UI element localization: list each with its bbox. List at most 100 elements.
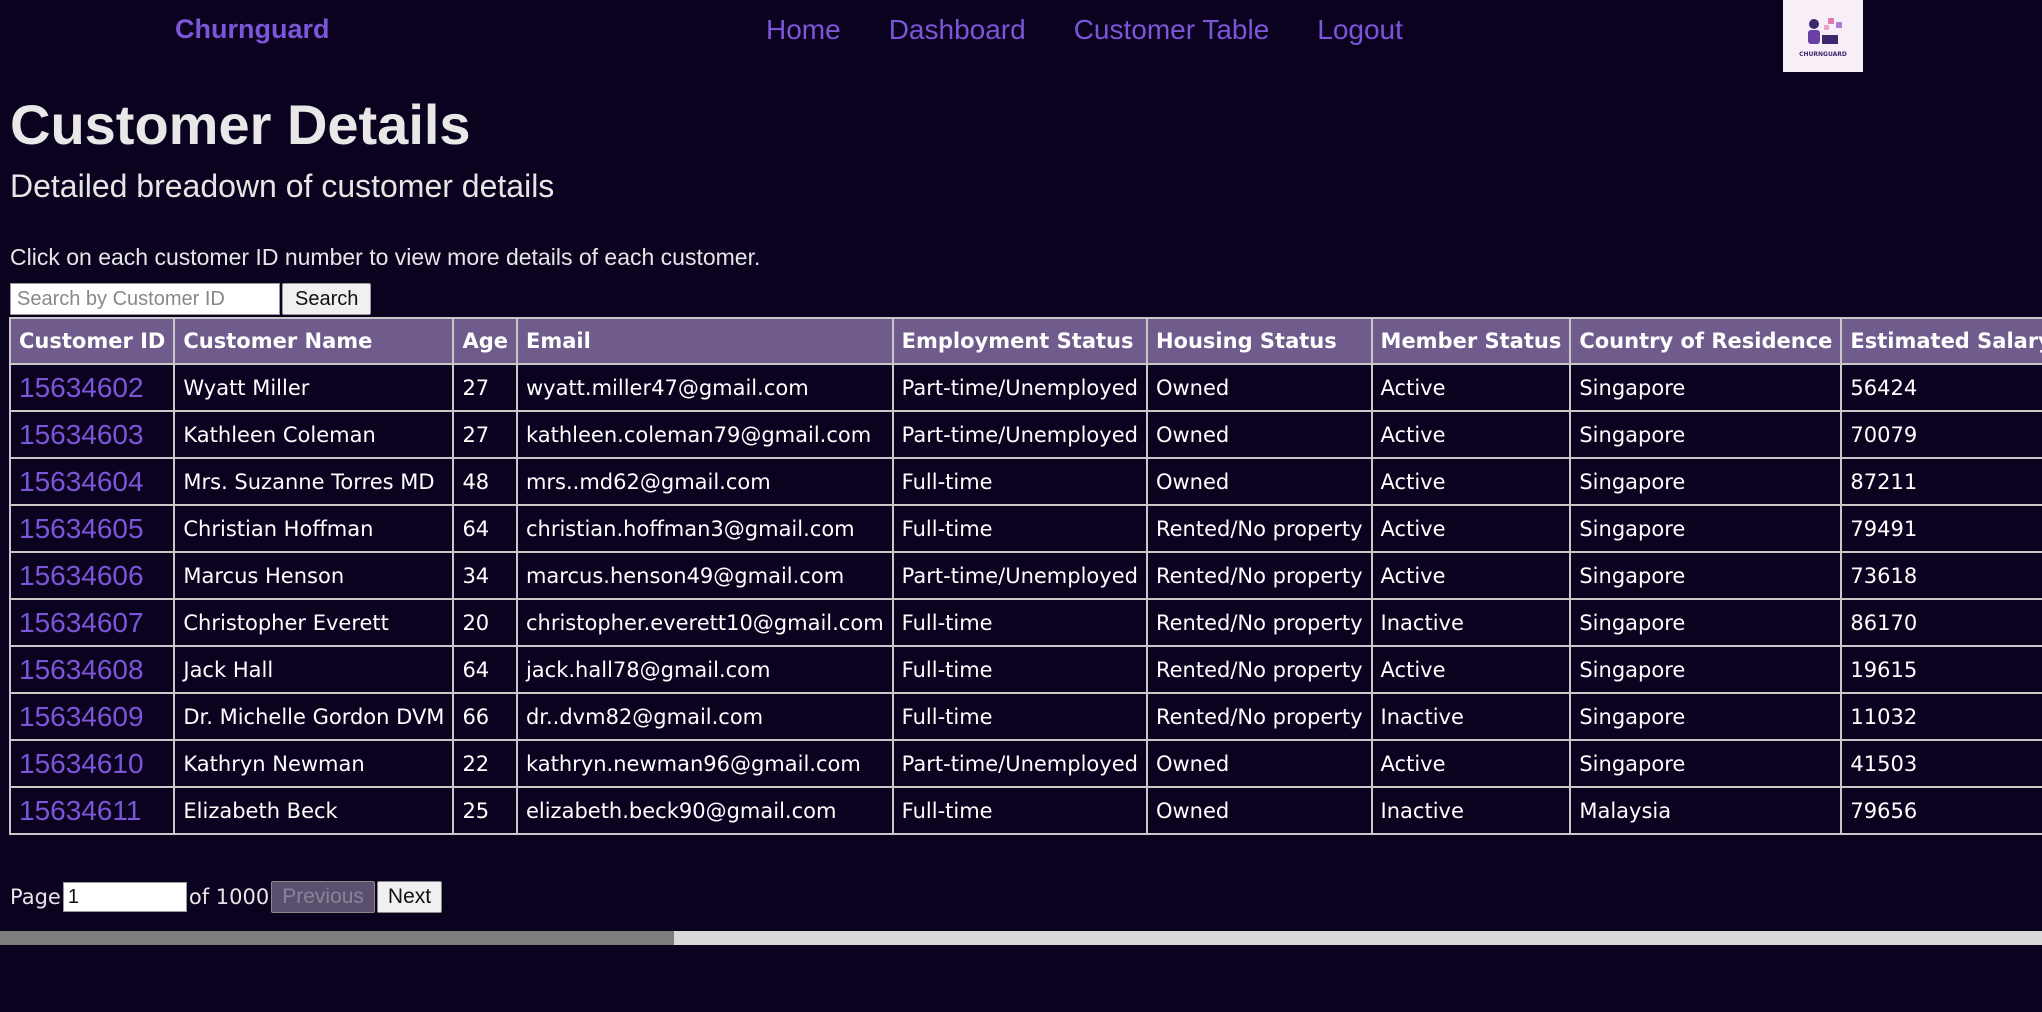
cell-member-status: Inactive [1370,786,1572,835]
customer-id-search-input[interactable] [10,283,280,315]
nav-home-link[interactable]: Home [766,14,841,46]
nav-customer-table-link[interactable]: Customer Table [1074,14,1270,46]
instruction-text: Click on each customer ID number to view… [10,244,761,270]
cell-customer-name: Christopher Everett [173,598,455,647]
customer-id-link[interactable]: 15634610 [19,748,144,779]
cell-country-of-residence: Singapore [1569,457,1843,506]
nav-logout-link[interactable]: Logout [1317,14,1403,46]
cell-estimated-salary: 79656 [1840,786,2042,835]
page-label: Page [10,885,61,909]
customer-table-container: Customer ID Customer Name Age Email Employme… [9,317,2042,879]
cell-age: 64 [452,504,518,553]
previous-page-button[interactable]: Previous [271,881,375,913]
cell-age: 25 [452,786,518,835]
cell-email: kathryn.newman96@gmail.com [515,739,894,788]
churnguard-logo: CHURNGUARD [1783,0,1863,72]
cell-employment-status: Full-time [891,692,1148,741]
table-row: 15634611 Elizabeth Beck 25 elizabeth.beck90… [9,786,2042,835]
top-nav-bar: Churnguard Home Dashboard Customer Table… [0,0,2042,72]
customer-id-link[interactable]: 15634605 [19,513,144,544]
search-button[interactable]: Search [282,283,372,315]
table-body: 15634602 Wyatt Miller 27 wyatt.miller47@gma… [9,363,2042,835]
column-header-country-of-residence: Country of Residence [1569,317,1843,365]
cell-member-status: Active [1370,457,1572,506]
cell-employment-status: Part-time/Unemployed [891,739,1148,788]
cell-age: 34 [452,551,518,600]
cell-country-of-residence: Malaysia [1569,786,1843,835]
cell-customer-name: Wyatt Miller [173,363,455,412]
cell-estimated-salary: 70079 [1840,410,2042,459]
cell-customer-id: 15634608 [9,645,176,694]
customer-id-link[interactable]: 15634604 [19,466,144,497]
cell-customer-name: Dr. Michelle Gordon DVM [173,692,455,741]
cell-member-status: Inactive [1370,598,1572,647]
customer-id-link[interactable]: 15634611 [19,795,142,826]
page-number-input[interactable] [62,882,187,912]
cell-customer-name: Kathryn Newman [173,739,455,788]
cell-estimated-salary: 56424 [1840,363,2042,412]
customer-id-link[interactable]: 15634608 [19,654,144,685]
cell-email: christian.hoffman3@gmail.com [515,504,894,553]
pagination: Page of 1000 Previous Next [10,881,443,913]
customer-id-link[interactable]: 15634603 [19,419,144,450]
cell-email: kathleen.coleman79@gmail.com [515,410,894,459]
cell-estimated-salary: 79491 [1840,504,2042,553]
cell-housing-status: Owned [1145,786,1373,835]
table-row: 15634605 Christian Hoffman 64 christian.hof… [9,504,2042,553]
cell-age: 22 [452,739,518,788]
column-header-estimated-salary: Estimated Salary [1840,317,2042,365]
page-title: Customer Details [10,93,471,156]
cell-email: christopher.everett10@gmail.com [515,598,894,647]
cell-estimated-salary: 19615 [1840,645,2042,694]
cell-age: 64 [452,645,518,694]
cell-employment-status: Full-time [891,645,1148,694]
column-header-email: Email [515,317,894,365]
customer-id-link[interactable]: 15634609 [19,701,144,732]
cell-customer-name: Mrs. Suzanne Torres MD [173,457,455,506]
cell-country-of-residence: Singapore [1569,645,1843,694]
table-row: 15634607 Christopher Everett 20 christopher… [9,598,2042,647]
cell-employment-status: Part-time/Unemployed [891,363,1148,412]
cell-housing-status: Owned [1145,457,1373,506]
customer-id-link[interactable]: 15634607 [19,607,144,638]
table-row: 15634604 Mrs. Suzanne Torres MD 48 mrs..md6… [9,457,2042,506]
cell-customer-id: 15634606 [9,551,176,600]
table-row: 15634603 Kathleen Coleman 27 kathleen.colem… [9,410,2042,459]
table-row: 15634608 Jack Hall 64 jack.hall78@gmail.com… [9,645,2042,694]
column-header-member-status: Member Status [1370,317,1572,365]
cell-employment-status: Full-time [891,786,1148,835]
cell-member-status: Active [1370,645,1572,694]
cell-employment-status: Part-time/Unemployed [891,551,1148,600]
cell-customer-name: Jack Hall [173,645,455,694]
customer-id-link[interactable]: 15634606 [19,560,144,591]
cell-estimated-salary: 87211 [1840,457,2042,506]
cell-customer-name: Elizabeth Beck [173,786,455,835]
cell-estimated-salary: 41503 [1840,739,2042,788]
cell-country-of-residence: Singapore [1569,504,1843,553]
nav-links: Home Dashboard Customer Table Logout [766,14,1403,46]
cell-country-of-residence: Singapore [1569,363,1843,412]
cell-housing-status: Owned [1145,410,1373,459]
page-count-label: of 1000 [188,885,270,909]
cell-email: jack.hall78@gmail.com [515,645,894,694]
column-header-customer-id: Customer ID [9,317,176,365]
horizontal-scrollbar-thumb[interactable] [0,931,674,945]
table-row: 15634606 Marcus Henson 34 marcus.henson49@g… [9,551,2042,600]
search-bar: Search [10,283,372,315]
cell-email: elizabeth.beck90@gmail.com [515,786,894,835]
cell-housing-status: Owned [1145,363,1373,412]
horizontal-scrollbar[interactable] [0,931,2042,945]
column-header-employment-status: Employment Status [891,317,1148,365]
cell-customer-id: 15634602 [9,363,176,412]
table-row: 15634609 Dr. Michelle Gordon DVM 66 dr..dvm… [9,692,2042,741]
next-page-button[interactable]: Next [376,881,443,913]
cell-housing-status: Rented/No property [1145,645,1373,694]
customer-id-link[interactable]: 15634602 [19,372,144,403]
column-header-age: Age [452,317,518,365]
cell-employment-status: Full-time [891,598,1148,647]
brand-name[interactable]: Churnguard [175,14,330,45]
nav-dashboard-link[interactable]: Dashboard [889,14,1026,46]
cell-customer-id: 15634610 [9,739,176,788]
cell-email: dr..dvm82@gmail.com [515,692,894,741]
page-subtitle: Detailed breadown of customer details [10,168,555,204]
